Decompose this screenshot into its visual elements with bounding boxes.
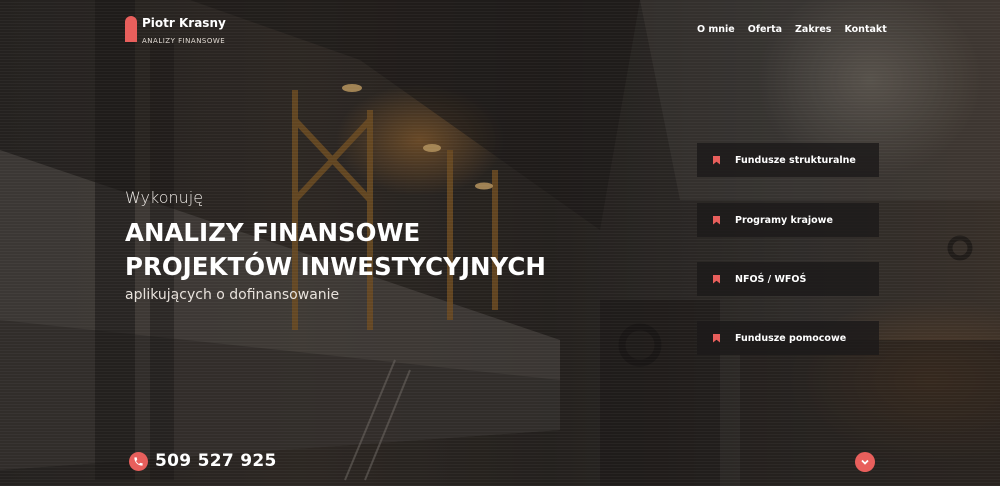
hero-kicker: Wykonuję xyxy=(125,188,204,207)
service-card-label: Fundusze pomocowe xyxy=(735,332,847,344)
service-card-fundusze-pomocowe[interactable]: Fundusze pomocowe xyxy=(697,321,879,355)
brand-name: Piotr Krasny xyxy=(142,16,226,30)
service-card-label: Programy krajowe xyxy=(735,214,833,226)
main-nav: O mnie Oferta Zakres Kontakt xyxy=(697,24,887,35)
bookmark-icon xyxy=(713,155,720,165)
service-card-label: NFOŚ / WFOŚ xyxy=(735,273,807,285)
phone-contact[interactable]: 509 527 925 xyxy=(129,451,277,471)
hero-subtitle: aplikujących o dofinansowanie xyxy=(125,287,340,303)
hero-headline: ANALIZY FINANSOWE PROJEKTÓW INWESTYCYJNY… xyxy=(125,216,546,284)
bookmark-icon xyxy=(713,274,720,284)
nav-item-kontakt[interactable]: Kontakt xyxy=(844,24,886,35)
chevron-down-icon xyxy=(861,459,869,465)
brand-tagline: ANALIZY FINANSOWE xyxy=(142,37,226,45)
bookmark-icon xyxy=(713,215,720,225)
hero-headline-line1: ANALIZY FINANSOWE xyxy=(125,218,421,247)
brand-logo[interactable]: Piotr Krasny ANALIZY FINANSOWE xyxy=(125,16,226,46)
hero-headline-line2: PROJEKTÓW INWESTYCYJNYCH xyxy=(125,252,546,281)
logo-mark-icon xyxy=(125,16,137,42)
service-card-label: Fundusze strukturalne xyxy=(735,154,856,166)
scroll-down-button[interactable] xyxy=(855,452,875,472)
phone-number: 509 527 925 xyxy=(155,451,277,471)
service-card-fundusze-strukturalne[interactable]: Fundusze strukturalne xyxy=(697,143,879,177)
phone-icon xyxy=(129,451,148,471)
service-card-programy-krajowe[interactable]: Programy krajowe xyxy=(697,203,879,237)
nav-item-o-mnie[interactable]: O mnie xyxy=(697,24,735,35)
nav-item-zakres[interactable]: Zakres xyxy=(795,24,831,35)
service-card-nfos-wfos[interactable]: NFOŚ / WFOŚ xyxy=(697,262,879,296)
bookmark-icon xyxy=(713,333,720,343)
nav-item-oferta[interactable]: Oferta xyxy=(748,24,782,35)
